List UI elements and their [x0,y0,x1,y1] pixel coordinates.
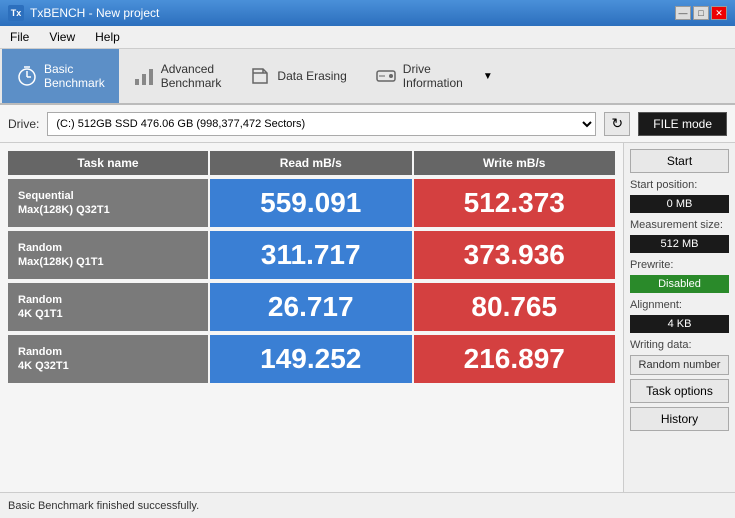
tab-advanced[interactable]: AdvancedBenchmark [119,49,236,103]
minimize-btn[interactable]: — [675,6,691,20]
start-position-value: 0 MB [630,195,729,213]
row3-read: 26.717 [210,283,412,331]
prewrite-value: Disabled [630,275,729,293]
result-row-4: Random4K Q32T1 149.252 216.897 [8,335,615,383]
writing-data-value: Random number [630,355,729,375]
refresh-btn[interactable]: ↻ [604,112,630,136]
close-btn[interactable]: ✕ [711,6,727,20]
app-icon: Tx [8,5,24,21]
status-bar: Basic Benchmark finished successfully. [0,492,735,518]
drive-icon [375,65,397,87]
timer-icon [16,65,38,87]
status-text: Basic Benchmark finished successfully. [8,500,199,512]
drive-bar: Drive: (C:) 512GB SSD 476.06 GB (998,377… [0,105,735,143]
start-button[interactable]: Start [630,149,729,173]
tab-drive[interactable]: DriveInformation [361,49,477,103]
title-bar: Tx TxBENCH - New project — □ ✕ [0,0,735,26]
tab-basic[interactable]: BasicBenchmark [2,49,119,103]
menu-view[interactable]: View [43,28,81,46]
menu-file[interactable]: File [4,28,35,46]
row1-write: 512.373 [414,179,616,227]
row3-write: 80.765 [414,283,616,331]
row2-write: 373.936 [414,231,616,279]
drive-label: Drive: [8,117,39,131]
measurement-size-label: Measurement size: [630,219,729,231]
erase-icon [249,65,271,87]
alignment-value: 4 KB [630,315,729,333]
toolbar-overflow-arrow[interactable]: ▼ [477,49,499,103]
tab-erase-label: Data Erasing [277,69,346,83]
th-read: Read mB/s [210,151,412,175]
toolbar: BasicBenchmark AdvancedBenchmark Data Er… [0,49,735,105]
menu-bar: File View Help [0,26,735,49]
start-position-label: Start position: [630,179,729,191]
drive-select[interactable]: (C:) 512GB SSD 476.06 GB (998,377,472 Se… [47,112,596,136]
tab-drive-label: DriveInformation [403,62,463,91]
title-text: TxBENCH - New project [30,6,159,20]
th-write: Write mB/s [414,151,616,175]
title-bar-left: Tx TxBENCH - New project [8,5,159,21]
row3-label: Random4K Q1T1 [8,283,208,331]
side-panel: Start Start position: 0 MB Measurement s… [623,143,735,492]
result-row-1: SequentialMax(128K) Q32T1 559.091 512.37… [8,179,615,227]
history-button[interactable]: History [630,407,729,431]
menu-help[interactable]: Help [89,28,126,46]
tab-erase[interactable]: Data Erasing [235,49,360,103]
row1-read: 559.091 [210,179,412,227]
writing-data-label: Writing data: [630,339,729,351]
main-content: Task name Read mB/s Write mB/s Sequentia… [0,143,735,492]
measurement-size-value: 512 MB [630,235,729,253]
row4-label: Random4K Q32T1 [8,335,208,383]
prewrite-label: Prewrite: [630,259,729,271]
file-mode-btn[interactable]: FILE mode [638,112,727,136]
task-options-button[interactable]: Task options [630,379,729,403]
alignment-label: Alignment: [630,299,729,311]
title-bar-controls[interactable]: — □ ✕ [675,6,727,20]
tab-advanced-label: AdvancedBenchmark [161,62,222,91]
result-row-3: Random4K Q1T1 26.717 80.765 [8,283,615,331]
maximize-btn[interactable]: □ [693,6,709,20]
tab-basic-label: BasicBenchmark [44,62,105,91]
row2-label: RandomMax(128K) Q1T1 [8,231,208,279]
row4-write: 216.897 [414,335,616,383]
result-row-2: RandomMax(128K) Q1T1 311.717 373.936 [8,231,615,279]
results-panel: Task name Read mB/s Write mB/s Sequentia… [0,143,623,492]
chart-icon [133,65,155,87]
row1-label: SequentialMax(128K) Q32T1 [8,179,208,227]
row2-read: 311.717 [210,231,412,279]
row4-read: 149.252 [210,335,412,383]
th-task: Task name [8,151,208,175]
table-header: Task name Read mB/s Write mB/s [8,151,615,175]
